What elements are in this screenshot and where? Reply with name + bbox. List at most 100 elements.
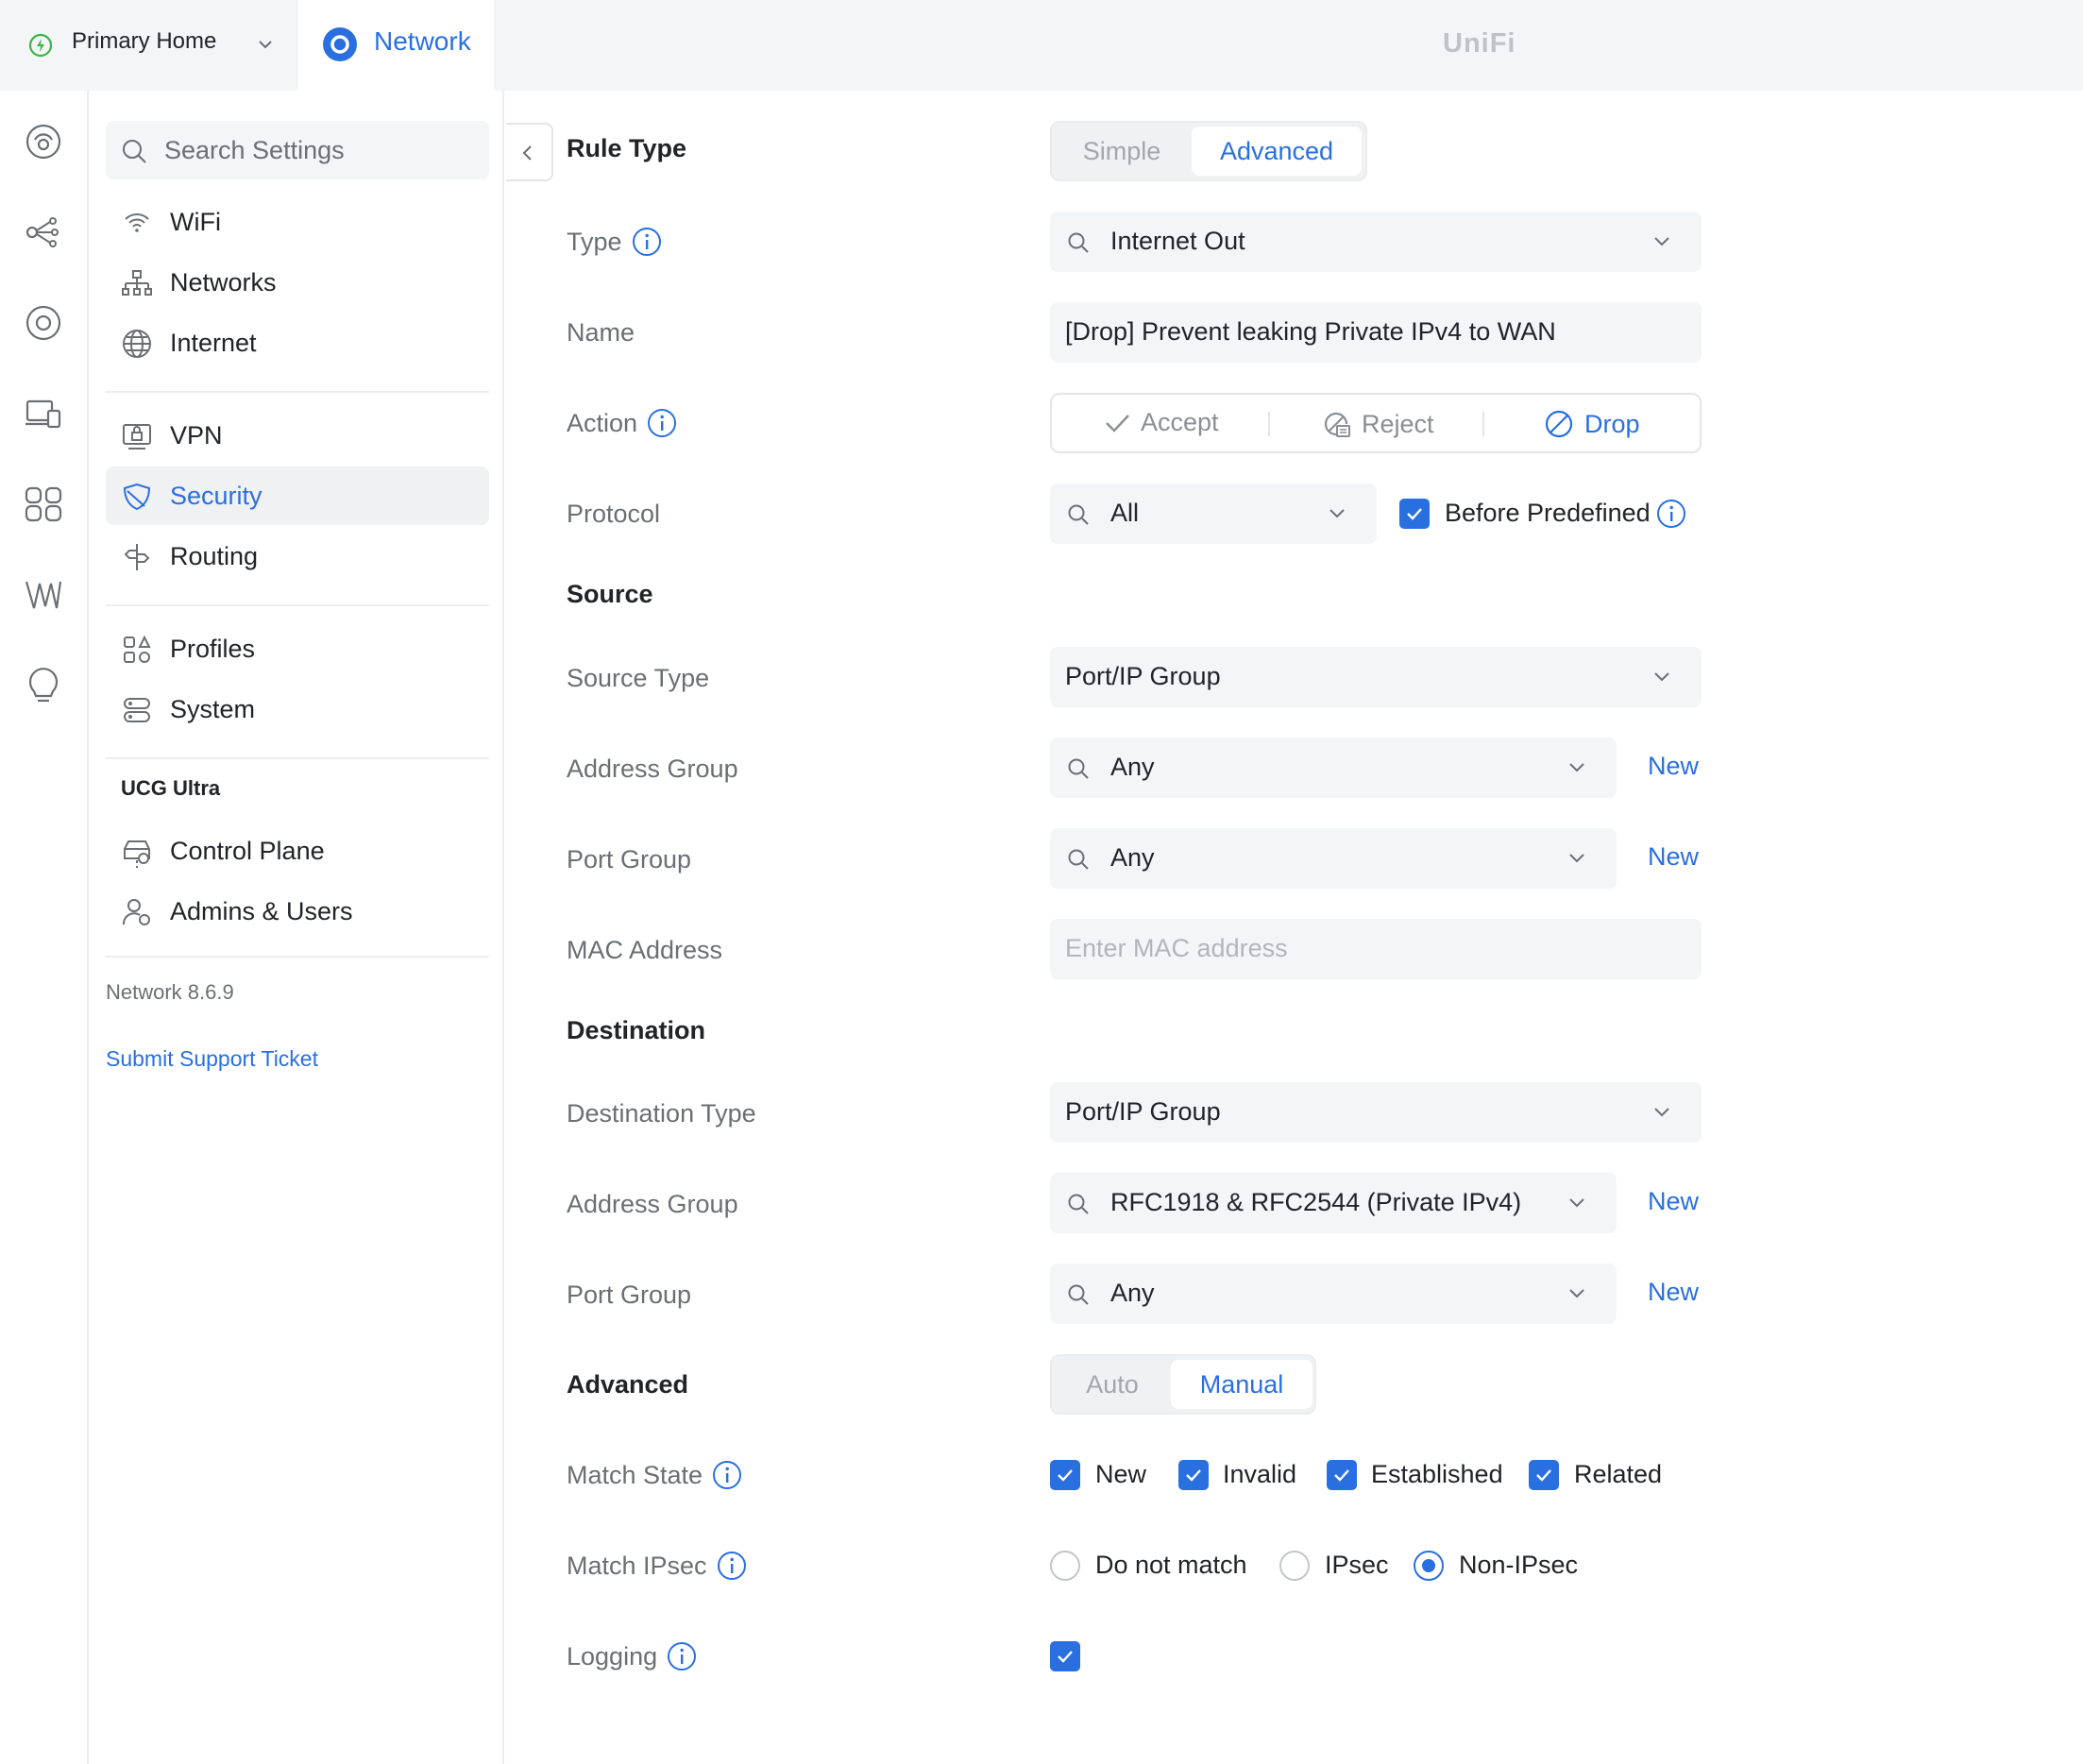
- action-accept[interactable]: Accept: [1103, 408, 1219, 437]
- info-icon[interactable]: [717, 1551, 747, 1581]
- info-icon[interactable]: [632, 227, 662, 257]
- app-nav-rail: [0, 91, 89, 1764]
- devices-icon[interactable]: [23, 302, 64, 344]
- rule-type-label: Rule Type: [567, 134, 687, 162]
- source-address-group-select[interactable]: Any: [1050, 738, 1617, 798]
- info-icon[interactable]: [712, 1460, 742, 1490]
- action-reject[interactable]: Reject: [1320, 408, 1434, 440]
- destination-address-group-label: Address Group: [567, 1190, 738, 1218]
- sidebar-item-label: Networks: [170, 268, 277, 297]
- info-icon[interactable]: [667, 1641, 697, 1671]
- action-drop-label: Drop: [1584, 409, 1640, 438]
- sidebar-item-label: WiFi: [170, 208, 221, 236]
- match-state-invalid-checkbox[interactable]: [1178, 1460, 1209, 1490]
- app-tab-network[interactable]: Network: [298, 0, 494, 91]
- sidebar-item-label: Routing: [170, 542, 259, 570]
- chevron-down-icon: [1652, 670, 1671, 685]
- match-state-related-checkbox[interactable]: [1529, 1460, 1559, 1490]
- match-state-invalid-label: Invalid: [1223, 1460, 1297, 1488]
- info-icon[interactable]: [647, 408, 677, 438]
- topology-icon[interactable]: [23, 212, 64, 253]
- name-label: Name: [567, 318, 635, 347]
- sidebar-item-wifi[interactable]: WiFi: [106, 193, 489, 251]
- rule-type-simple[interactable]: Simple: [1056, 127, 1188, 176]
- reject-icon: [1320, 408, 1352, 440]
- search-settings-input[interactable]: Search Settings: [106, 121, 489, 179]
- action-accept-label: Accept: [1141, 408, 1219, 436]
- drop-icon: [1543, 408, 1575, 440]
- before-predefined-checkbox[interactable]: [1399, 499, 1430, 529]
- new-destination-address-group-link[interactable]: New: [1648, 1187, 1699, 1216]
- sidebar-item-profiles[interactable]: Profiles: [106, 619, 489, 678]
- collapse-sidebar-button[interactable]: [506, 123, 553, 181]
- mac-address-input[interactable]: Enter MAC address: [1050, 919, 1702, 979]
- type-label-text: Type: [567, 227, 622, 256]
- name-value: [Drop] Prevent leaking Private IPv4 to W…: [1065, 317, 1556, 346]
- advanced-auto[interactable]: Auto: [1056, 1360, 1169, 1409]
- source-heading: Source: [567, 580, 653, 608]
- name-input[interactable]: [Drop] Prevent leaking Private IPv4 to W…: [1050, 302, 1702, 363]
- routing-icon: [121, 541, 153, 573]
- logging-label-text: Logging: [567, 1641, 658, 1671]
- sidebar-divider: [106, 956, 489, 958]
- dashboard-icon[interactable]: [23, 121, 64, 162]
- match-state-new-checkbox[interactable]: [1050, 1460, 1080, 1490]
- sidebar-item-control-plane[interactable]: Control Plane: [106, 822, 489, 880]
- match-state-related-label: Related: [1574, 1460, 1663, 1488]
- sidebar-item-security[interactable]: Security: [106, 466, 489, 525]
- protocol-select[interactable]: All: [1050, 483, 1377, 544]
- type-select[interactable]: Internet Out: [1050, 212, 1702, 272]
- site-switcher[interactable]: Primary Home: [0, 0, 298, 91]
- source-type-select[interactable]: Port/IP Group: [1050, 647, 1702, 707]
- wifi-icon: [121, 207, 153, 239]
- destination-address-group-select[interactable]: RFC1918 & RFC2544 (Private IPv4): [1050, 1173, 1617, 1233]
- insights-icon[interactable]: [23, 483, 64, 525]
- networks-icon: [121, 267, 153, 299]
- type-label: Type: [567, 227, 662, 257]
- logging-checkbox[interactable]: [1050, 1641, 1080, 1671]
- destination-type-select[interactable]: Port/IP Group: [1050, 1082, 1702, 1143]
- sidebar-item-system[interactable]: System: [106, 680, 489, 738]
- search-placeholder: Search Settings: [164, 136, 345, 164]
- advanced-toggle: Auto Manual: [1050, 1354, 1316, 1415]
- search-icon: [1067, 1283, 1090, 1306]
- match-state-label-text: Match State: [567, 1460, 703, 1489]
- destination-port-group-select[interactable]: Any: [1050, 1264, 1617, 1324]
- advanced-manual[interactable]: Manual: [1171, 1360, 1312, 1409]
- new-source-address-group-link[interactable]: New: [1648, 752, 1699, 781]
- match-ipsec-non-ipsec-radio[interactable]: [1414, 1551, 1444, 1581]
- sidebar-item-vpn[interactable]: VPN: [106, 406, 489, 465]
- clients-icon[interactable]: [23, 393, 64, 434]
- support-ticket-link[interactable]: Submit Support Ticket: [106, 1046, 318, 1072]
- mac-address-placeholder: Enter MAC address: [1065, 934, 1288, 962]
- sidebar-item-label: Profiles: [170, 635, 256, 663]
- sidebar-item-networks[interactable]: Networks: [106, 253, 489, 312]
- info-icon[interactable]: [1656, 499, 1686, 529]
- new-source-port-group-link[interactable]: New: [1648, 842, 1699, 872]
- radio-manager-icon[interactable]: [23, 574, 64, 616]
- action-label: Action: [567, 408, 677, 438]
- sidebar-item-label: Internet: [170, 329, 257, 357]
- alerts-icon[interactable]: [23, 665, 64, 706]
- vpn-icon: [121, 420, 153, 452]
- action-separator: [1268, 412, 1270, 436]
- action-drop[interactable]: Drop: [1543, 408, 1640, 440]
- sidebar-section-device: UCG Ultra: [121, 776, 221, 800]
- new-destination-port-group-link[interactable]: New: [1648, 1278, 1699, 1307]
- sidebar-divider: [106, 757, 489, 759]
- source-port-group-select[interactable]: Any: [1050, 828, 1617, 889]
- match-ipsec-do-not-match-label: Do not match: [1095, 1551, 1247, 1579]
- action-separator: [1482, 412, 1484, 436]
- search-icon: [1067, 231, 1090, 254]
- sidebar-item-internet[interactable]: Internet: [106, 314, 489, 372]
- settings-sidebar: Search Settings WiFi Networks Internet V…: [89, 91, 504, 1764]
- match-state-established-checkbox[interactable]: [1327, 1460, 1357, 1490]
- match-ipsec-do-not-match-radio[interactable]: [1050, 1551, 1080, 1581]
- match-ipsec-ipsec-radio[interactable]: [1279, 1551, 1310, 1581]
- app-tab-label: Network: [374, 26, 471, 56]
- sidebar-item-routing[interactable]: Routing: [106, 527, 489, 585]
- rule-type-advanced[interactable]: Advanced: [1192, 127, 1362, 176]
- sidebar-item-admins-users[interactable]: Admins & Users: [106, 882, 489, 941]
- search-icon: [1067, 503, 1090, 526]
- match-ipsec-label-text: Match IPsec: [567, 1551, 707, 1580]
